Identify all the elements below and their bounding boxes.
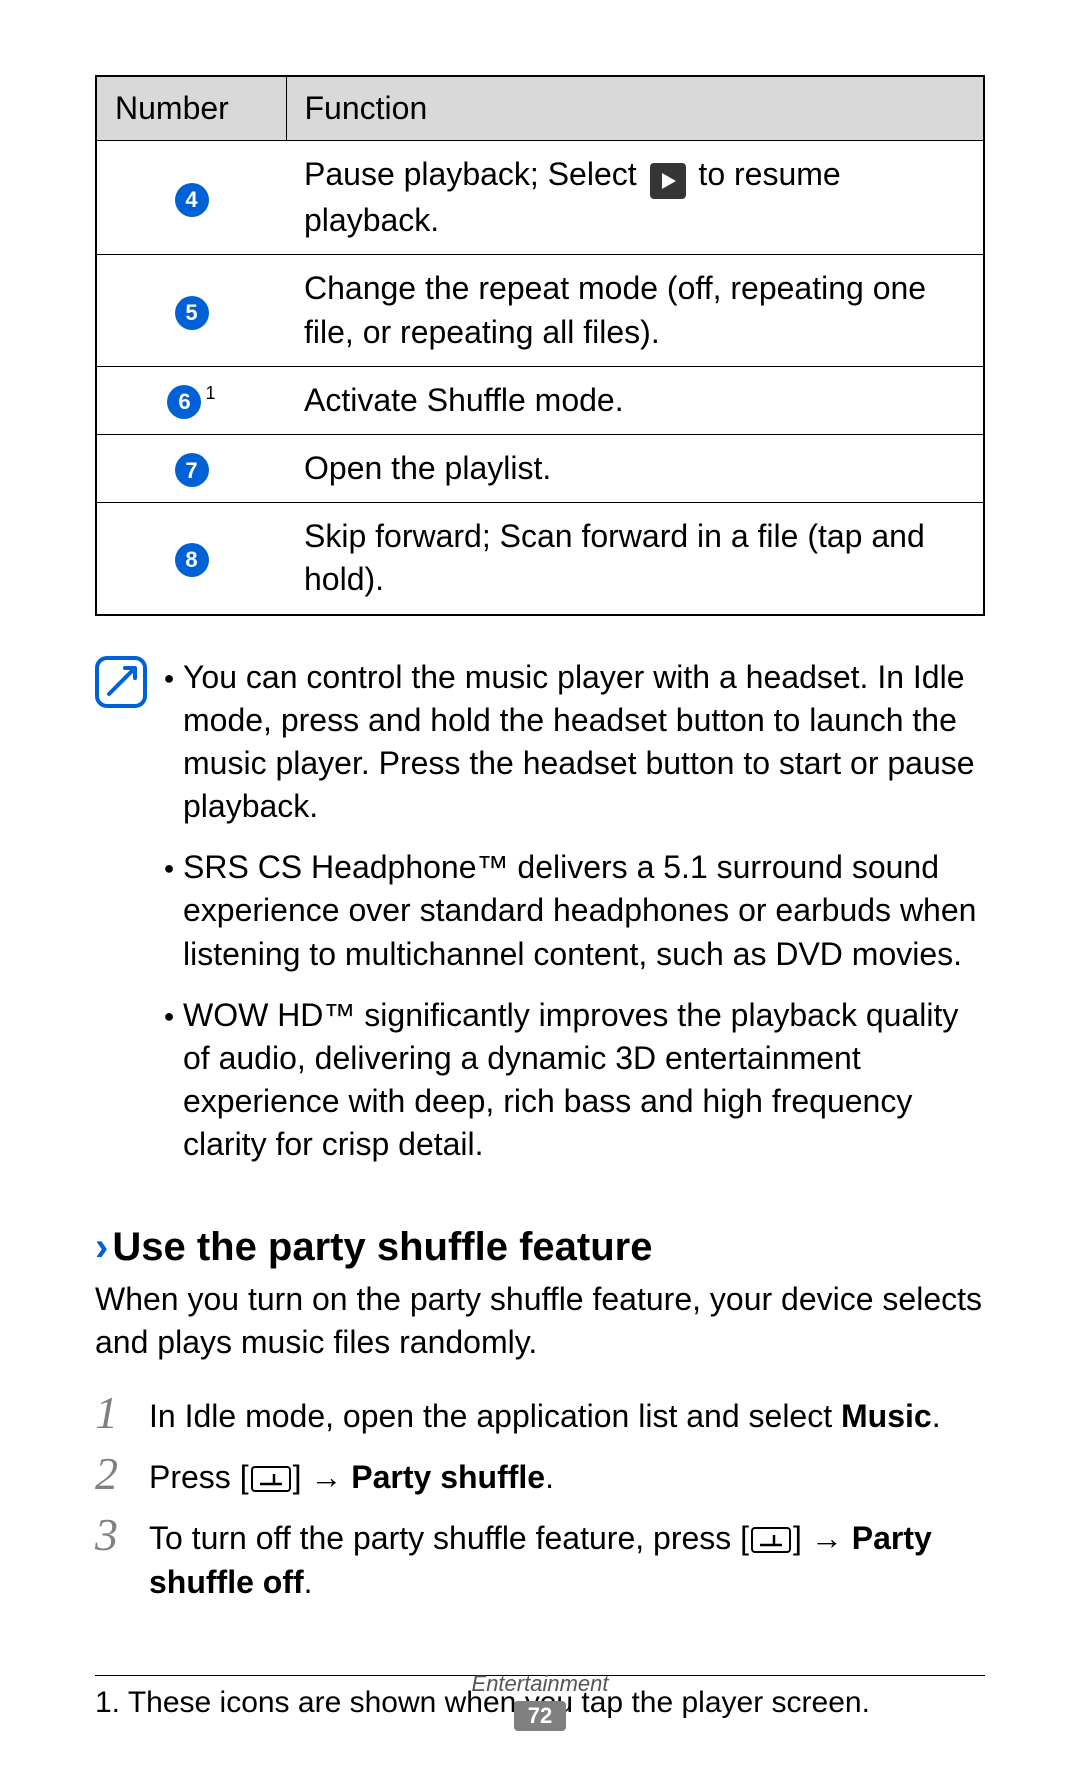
note-body: ● You can control the music player with … xyxy=(155,656,985,1185)
note-text: WOW HD™ significantly improves the playb… xyxy=(183,994,985,1167)
note-text: You can control the music player with a … xyxy=(183,656,985,829)
step-text: ] → xyxy=(793,1520,852,1556)
step-text: . xyxy=(304,1564,313,1600)
step-body: In Idle mode, open the application list … xyxy=(149,1388,985,1439)
step-2: 2 Press [ ] → Party shuffle. xyxy=(95,1449,985,1500)
function-table: Number Function 4 Pause playback; Select… xyxy=(95,75,985,616)
table-row: 4 Pause playback; Select to resume playb… xyxy=(96,141,984,255)
table-row: 5 Change the repeat mode (off, repeating… xyxy=(96,255,984,366)
section-intro: When you turn on the party shuffle featu… xyxy=(95,1278,985,1364)
note-item: ● You can control the music player with … xyxy=(155,656,985,829)
table-row: 8 Skip forward; Scan forward in a file (… xyxy=(96,503,984,615)
number-badge-icon: 5 xyxy=(175,296,209,330)
footer-category: Entertainment xyxy=(0,1671,1080,1697)
cell-function: Change the repeat mode (off, repeating o… xyxy=(286,255,984,366)
cell-function: Activate Shuffle mode. xyxy=(286,366,984,434)
cell-number: 7 xyxy=(96,434,286,502)
step-bold: Party shuffle xyxy=(351,1459,545,1495)
bullet-icon: ● xyxy=(155,994,183,1167)
page-number: 72 xyxy=(514,1701,566,1731)
step-bold: Music xyxy=(841,1398,932,1434)
menu-key-icon xyxy=(751,1527,791,1553)
page-footer: Entertainment 72 xyxy=(0,1671,1080,1731)
step-body: Press [ ] → Party shuffle. xyxy=(149,1449,985,1500)
footnote-sup: 1 xyxy=(205,383,215,403)
step-3: 3 To turn off the party shuffle feature,… xyxy=(95,1510,985,1606)
bullet-icon: ● xyxy=(155,846,183,976)
step-text: . xyxy=(545,1459,554,1495)
cell-number: 61 xyxy=(96,366,286,434)
bullet-icon: ● xyxy=(155,656,183,829)
func-text-pre: Pause playback; Select xyxy=(304,156,646,192)
play-icon xyxy=(650,163,686,199)
step-number: 2 xyxy=(95,1449,149,1497)
cell-function: Skip forward; Scan forward in a file (ta… xyxy=(286,503,984,615)
step-text: ] → xyxy=(293,1459,352,1495)
th-number: Number xyxy=(96,76,286,141)
note-text: SRS CS Headphone™ delivers a 5.1 surroun… xyxy=(183,846,985,976)
cell-number: 5 xyxy=(96,255,286,366)
step-1: 1 In Idle mode, open the application lis… xyxy=(95,1388,985,1439)
th-function: Function xyxy=(286,76,984,141)
step-text: In Idle mode, open the application list … xyxy=(149,1398,841,1434)
note-item: ● WOW HD™ significantly improves the pla… xyxy=(155,994,985,1167)
chevron-right-icon: › xyxy=(95,1225,108,1269)
step-body: To turn off the party shuffle feature, p… xyxy=(149,1510,985,1606)
step-number: 3 xyxy=(95,1510,149,1558)
section-heading: ›Use the party shuffle feature xyxy=(95,1225,985,1270)
table-row: 7 Open the playlist. xyxy=(96,434,984,502)
step-text: Press [ xyxy=(149,1459,249,1495)
table-row: 61 Activate Shuffle mode. xyxy=(96,366,984,434)
step-text: . xyxy=(932,1398,941,1434)
number-badge-icon: 7 xyxy=(175,453,209,487)
step-text: To turn off the party shuffle feature, p… xyxy=(149,1520,749,1556)
step-number: 1 xyxy=(95,1388,149,1436)
cell-number: 8 xyxy=(96,503,286,615)
note-block: ● You can control the music player with … xyxy=(95,656,985,1185)
page: Number Function 4 Pause playback; Select… xyxy=(0,0,1080,1771)
note-icon xyxy=(95,656,155,1185)
menu-key-icon xyxy=(251,1466,291,1492)
note-item: ● SRS CS Headphone™ delivers a 5.1 surro… xyxy=(155,846,985,976)
number-badge-icon: 4 xyxy=(175,183,209,217)
cell-function: Open the playlist. xyxy=(286,434,984,502)
number-badge-icon: 6 xyxy=(167,385,201,419)
cell-function: Pause playback; Select to resume playbac… xyxy=(286,141,984,255)
number-badge-icon: 8 xyxy=(175,543,209,577)
cell-number: 4 xyxy=(96,141,286,255)
section-title: Use the party shuffle feature xyxy=(112,1225,652,1269)
